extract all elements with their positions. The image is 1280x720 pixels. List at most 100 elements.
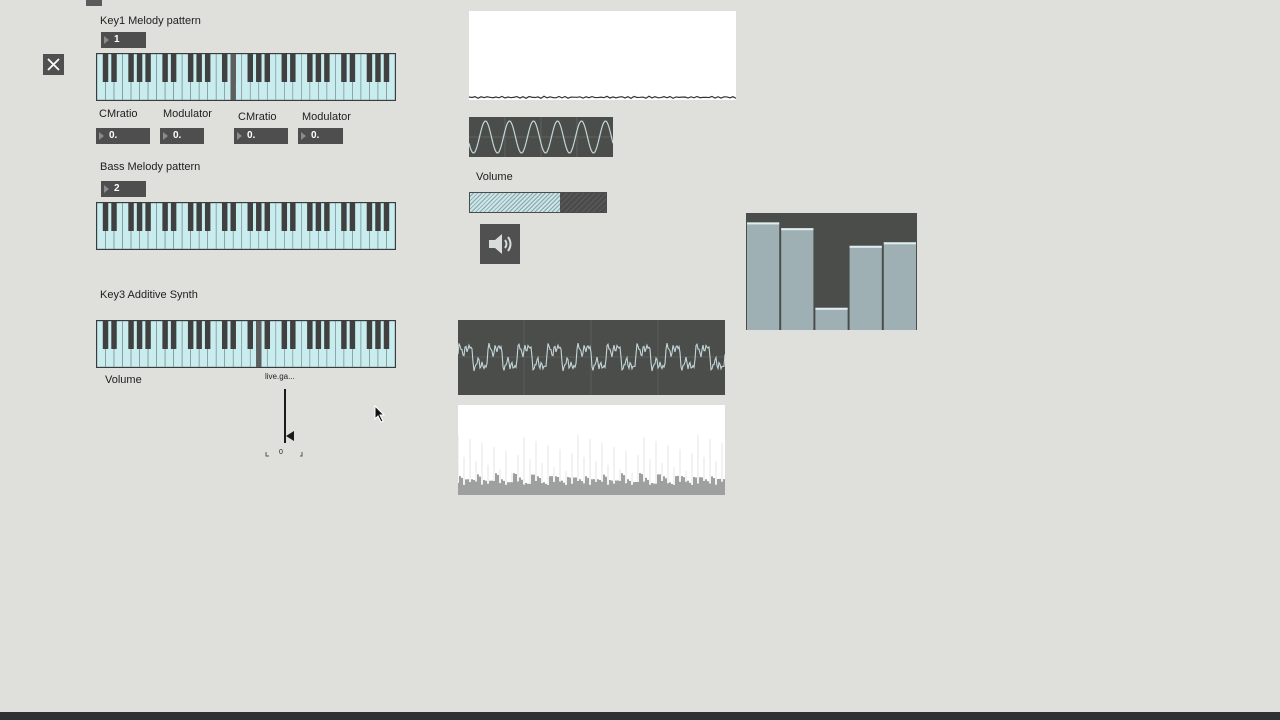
black-key[interactable] — [136, 321, 143, 349]
black-key[interactable] — [366, 54, 373, 82]
bass-number-box[interactable]: 2 — [101, 181, 146, 197]
black-key[interactable] — [375, 203, 381, 231]
key1-keyboard[interactable] — [96, 53, 396, 101]
black-key[interactable] — [204, 54, 211, 82]
black-key[interactable] — [145, 321, 151, 349]
bass-keyboard[interactable] — [96, 202, 396, 250]
black-key[interactable] — [281, 54, 288, 82]
multislider-bar[interactable] — [781, 228, 814, 330]
black-key[interactable] — [349, 54, 356, 82]
black-key[interactable] — [383, 54, 390, 82]
black-key[interactable] — [315, 203, 322, 231]
live-gain-slider[interactable]: live.ga... 0 — [265, 372, 305, 460]
black-key[interactable] — [145, 54, 151, 82]
menu-tab[interactable] — [86, 0, 102, 6]
black-key[interactable] — [366, 321, 373, 349]
modulator1-label: Modulator — [163, 108, 212, 120]
modulator2-label: Modulator — [302, 111, 351, 123]
black-key[interactable] — [170, 203, 177, 231]
black-key[interactable] — [230, 203, 236, 231]
black-key[interactable] — [136, 54, 143, 82]
black-key[interactable] — [349, 321, 356, 349]
black-key[interactable] — [196, 203, 202, 231]
black-key[interactable] — [256, 203, 262, 231]
black-key[interactable] — [162, 203, 168, 231]
black-key[interactable] — [102, 321, 109, 349]
black-key[interactable] — [128, 54, 134, 82]
black-key[interactable] — [221, 54, 228, 82]
black-key[interactable] — [290, 203, 296, 231]
volume-slider[interactable] — [469, 192, 607, 213]
black-key[interactable] — [196, 54, 202, 82]
speaker-icon — [489, 234, 512, 254]
black-key[interactable] — [162, 54, 168, 82]
black-key[interactable] — [221, 321, 228, 349]
black-key[interactable] — [221, 203, 228, 231]
key1-number-box[interactable]: 1 — [101, 32, 146, 48]
black-key[interactable] — [315, 321, 322, 349]
black-key[interactable] — [247, 54, 253, 82]
black-key[interactable] — [375, 54, 381, 82]
close-button[interactable] — [43, 54, 64, 75]
key3-keyboard[interactable] — [96, 320, 396, 368]
modulator2-number-box[interactable]: 0. — [298, 128, 343, 144]
black-key[interactable] — [136, 203, 143, 231]
pressed-key[interactable] — [230, 54, 236, 100]
black-key[interactable] — [187, 54, 194, 82]
black-key[interactable] — [247, 203, 253, 231]
black-key[interactable] — [256, 54, 262, 82]
multislider-bar[interactable] — [849, 245, 882, 330]
cmratio1-number-box[interactable]: 0. — [96, 128, 150, 144]
pressed-key[interactable] — [256, 321, 262, 367]
cmratio2-number-box[interactable]: 0. — [234, 128, 288, 144]
black-key[interactable] — [264, 321, 271, 349]
black-key[interactable] — [162, 321, 168, 349]
black-key[interactable] — [204, 203, 211, 231]
black-key[interactable] — [128, 203, 134, 231]
multislider[interactable] — [746, 213, 917, 331]
black-key[interactable] — [324, 203, 330, 231]
black-key[interactable] — [324, 321, 330, 349]
black-key[interactable] — [324, 54, 330, 82]
black-key[interactable] — [307, 203, 313, 231]
black-key[interactable] — [102, 54, 109, 82]
black-key[interactable] — [315, 54, 322, 82]
black-key[interactable] — [341, 321, 347, 349]
black-key[interactable] — [307, 321, 313, 349]
black-key[interactable] — [196, 321, 202, 349]
black-key[interactable] — [366, 203, 373, 231]
speaker-button[interactable] — [480, 224, 520, 264]
black-key[interactable] — [375, 321, 381, 349]
black-key[interactable] — [111, 54, 117, 82]
black-key[interactable] — [187, 321, 194, 349]
black-key[interactable] — [204, 321, 211, 349]
black-key[interactable] — [383, 203, 390, 231]
black-key[interactable] — [264, 203, 271, 231]
black-key[interactable] — [307, 54, 313, 82]
black-key[interactable] — [170, 54, 177, 82]
multislider-bar[interactable] — [747, 222, 780, 330]
black-key[interactable] — [290, 54, 296, 82]
black-key[interactable] — [230, 321, 236, 349]
black-key[interactable] — [281, 321, 288, 349]
modulator1-number-box[interactable]: 0. — [160, 128, 204, 144]
black-key[interactable] — [170, 321, 177, 349]
gain-handle[interactable] — [286, 431, 294, 441]
black-key[interactable] — [128, 321, 134, 349]
black-key[interactable] — [247, 321, 253, 349]
black-key[interactable] — [290, 321, 296, 349]
modulator2-value: 0. — [311, 130, 320, 141]
black-key[interactable] — [281, 203, 288, 231]
black-key[interactable] — [383, 321, 390, 349]
multislider-bar[interactable] — [883, 242, 916, 331]
black-key[interactable] — [187, 203, 194, 231]
black-key[interactable] — [111, 203, 117, 231]
black-key[interactable] — [349, 203, 356, 231]
black-key[interactable] — [264, 54, 271, 82]
black-key[interactable] — [102, 203, 109, 231]
multislider-bar[interactable] — [815, 307, 848, 330]
black-key[interactable] — [341, 54, 347, 82]
black-key[interactable] — [111, 321, 117, 349]
black-key[interactable] — [341, 203, 347, 231]
black-key[interactable] — [145, 203, 151, 231]
